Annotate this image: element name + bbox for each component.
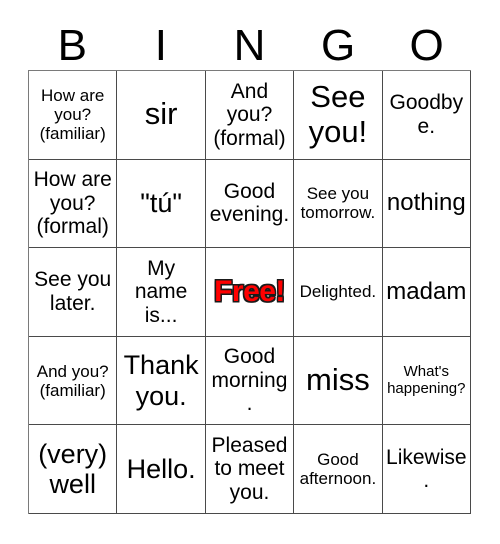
bingo-cell[interactable]: My name is...	[117, 248, 206, 337]
bingo-cell-label: How are you? (familiar)	[39, 86, 106, 144]
bingo-cell-label: And you? (formal)	[213, 79, 286, 150]
bingo-cell-label: Good afternoon.	[299, 450, 377, 489]
bingo-cell[interactable]: nothing	[382, 159, 471, 249]
bingo-cell-label: madam	[386, 277, 467, 305]
bingo-header-letter-g: G	[320, 21, 356, 70]
bingo-cell-label: Good evening.	[209, 179, 290, 227]
bingo-cell[interactable]: miss	[294, 336, 383, 426]
bingo-cell[interactable]: "tú"	[117, 159, 206, 249]
bingo-cell[interactable]: See you tomorrow.	[294, 159, 383, 249]
bingo-cell-label: How are you? (formal)	[33, 168, 112, 239]
bingo-cell[interactable]: Good morning.	[205, 336, 295, 426]
bingo-cell-label: (very) well	[38, 438, 108, 500]
bingo-header-letter-o: O	[409, 21, 444, 70]
bingo-card: B I N G O How are you? (familiar) sir And …	[0, 0, 500, 544]
bingo-cell-label: Likewise.	[386, 445, 467, 493]
bingo-cell-label: Delighted.	[299, 282, 377, 302]
bingo-cell-label: miss	[306, 362, 370, 398]
bingo-cell[interactable]: What's happening?	[382, 336, 471, 426]
bingo-header-row: B I N G O	[28, 14, 471, 70]
bingo-cell-label: nothing	[386, 188, 466, 216]
bingo-cell[interactable]: madam	[382, 248, 471, 337]
bingo-cell-label: "tú"	[140, 188, 182, 219]
bingo-cell[interactable]: Thank you.	[117, 336, 206, 426]
bingo-cell-label: Thank you.	[123, 350, 199, 411]
bingo-free-space[interactable]: Free!	[205, 248, 295, 337]
bingo-cell-label: Good morning.	[211, 345, 288, 416]
bingo-cell[interactable]: Hello.	[117, 425, 206, 514]
bingo-grid: How are you? (familiar) sir And you? (form…	[28, 70, 471, 514]
bingo-cell[interactable]: Goodbye.	[382, 71, 471, 160]
bingo-cell[interactable]: sir	[117, 71, 206, 160]
bingo-cell[interactable]: And you? (familiar)	[29, 336, 118, 426]
bingo-cell-label: sir	[144, 96, 178, 132]
bingo-cell-label: See you later.	[34, 268, 112, 315]
bingo-header-letter-i: I	[154, 21, 167, 70]
bingo-cell[interactable]: And you? (formal)	[205, 71, 295, 160]
bingo-cell[interactable]: How are you? (formal)	[29, 159, 118, 249]
bingo-cell-label: My name is...	[134, 256, 188, 327]
bingo-cell-label: And you? (familiar)	[36, 361, 109, 400]
bingo-cell[interactable]: Good afternoon.	[294, 425, 383, 514]
bingo-cell[interactable]: Likewise.	[382, 425, 471, 514]
bingo-cell[interactable]: (very) well	[29, 425, 118, 514]
bingo-cell-label: See you tomorrow.	[300, 184, 376, 223]
bingo-header-letter-n: N	[233, 21, 266, 70]
bingo-cell[interactable]: Pleased to meet you.	[205, 425, 295, 514]
bingo-cell-label: Pleased to meet you.	[211, 433, 288, 504]
bingo-free-space-label: Free!	[214, 275, 285, 309]
bingo-cell-label: What's happening?	[387, 362, 466, 397]
bingo-cell[interactable]: How are you? (familiar)	[29, 71, 118, 160]
bingo-cell-label: Goodbye.	[389, 91, 464, 138]
bingo-cell-label: See you!	[308, 79, 368, 149]
bingo-cell[interactable]: Good evening.	[205, 159, 295, 249]
bingo-cell-label: Hello.	[126, 454, 196, 485]
bingo-cell[interactable]: Delighted.	[294, 248, 383, 337]
bingo-header-letter-b: B	[57, 21, 87, 70]
bingo-cell[interactable]: See you later.	[29, 248, 118, 337]
bingo-cell[interactable]: See you!	[294, 71, 383, 160]
